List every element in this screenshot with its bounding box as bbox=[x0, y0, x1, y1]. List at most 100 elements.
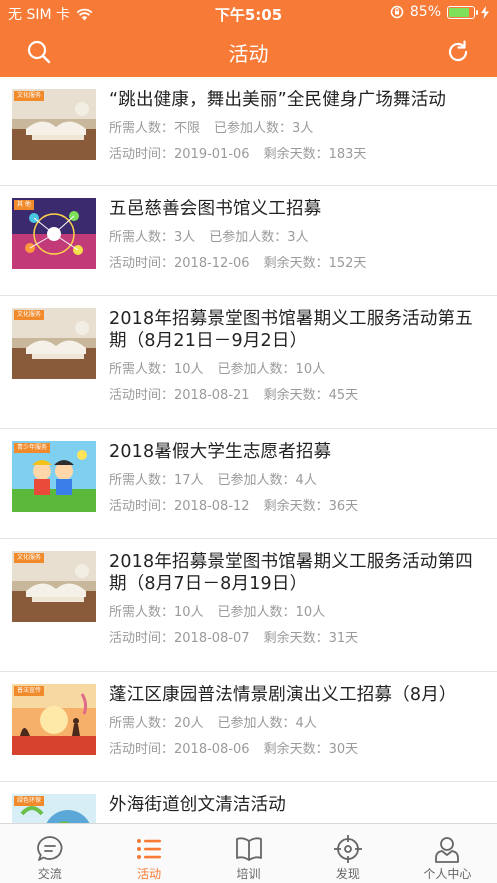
charging-icon bbox=[481, 5, 489, 19]
activity-people: 所需人数：3人 已参加人数：3人 bbox=[109, 230, 485, 246]
activity-title: 2018年招募景堂图书馆暑期义工服务活动第四期（8月7日－8月19日） bbox=[109, 552, 473, 594]
activity-time: 活动时间：2018-08-06 剩余天数：30天 bbox=[109, 742, 485, 758]
activity-time: 活动时间：2018-08-12 剩余天数：36天 bbox=[109, 499, 485, 515]
orientation-lock-icon bbox=[390, 5, 404, 19]
remaining-days: 剩余天数：183天 bbox=[263, 147, 367, 162]
needed-count: 所需人数：10人 bbox=[109, 605, 204, 620]
activity-thumbnail: 绿色环保 bbox=[12, 794, 96, 823]
tab-label: 交流 bbox=[37, 867, 62, 881]
activity-thumbnail: 文化服务 bbox=[12, 308, 96, 379]
activity-content: 五邑慈善会图书馆义工招募 所需人数：3人 已参加人数：3人 活动时间：2018-1… bbox=[109, 186, 485, 272]
activity-title: 五邑慈善会图书馆义工招募 bbox=[109, 199, 322, 219]
activity-date: 活动时间：2018-08-06 bbox=[109, 742, 250, 757]
activity-time: 活动时间：2019-01-06 剩余天数：183天 bbox=[109, 147, 485, 163]
activity-time: 活动时间：2018-12-06 剩余天数：152天 bbox=[109, 256, 485, 272]
joined-count: 已参加人数：10人 bbox=[217, 605, 326, 620]
activity-date: 活动时间：2018-12-06 bbox=[109, 256, 250, 271]
activity-title: 2018暑假大学生志愿者招募 bbox=[109, 442, 332, 462]
category-tag: 青少年服务 bbox=[14, 443, 51, 453]
activity-people: 所需人数：17人 已参加人数：4人 bbox=[109, 473, 485, 489]
tab-discover[interactable]: 发现 bbox=[298, 824, 397, 883]
category-tag: 绿色环保 bbox=[14, 796, 45, 806]
activity-item[interactable]: 其 他 五邑慈善会图书馆义工招募 所需人数：3人 已参加人数：3人 活动时间：20… bbox=[0, 186, 497, 296]
refresh-icon bbox=[448, 40, 468, 62]
tab-label: 个人中心 bbox=[423, 867, 472, 881]
tab-label: 培训 bbox=[236, 867, 261, 881]
remaining-days: 剩余天数：152天 bbox=[263, 256, 367, 271]
activity-thumbnail: 其 他 bbox=[12, 198, 96, 269]
book-icon bbox=[235, 837, 262, 861]
remaining-days: 剩余天数：31天 bbox=[263, 631, 359, 646]
list-icon bbox=[137, 839, 162, 859]
activity-thumbnail: 普法宣传 bbox=[12, 684, 96, 755]
tab-label: 活动 bbox=[137, 867, 162, 881]
remaining-days: 剩余天数：30天 bbox=[263, 742, 359, 757]
needed-count: 所需人数：不限 bbox=[109, 121, 201, 136]
category-tag: 文化服务 bbox=[14, 310, 45, 320]
activity-time: 活动时间：2018-08-21 剩余天数：45天 bbox=[109, 388, 485, 404]
tab-chat[interactable]: 交流 bbox=[0, 824, 99, 883]
tab-activities[interactable]: 活动 bbox=[99, 824, 198, 883]
target-icon bbox=[333, 835, 362, 863]
needed-count: 所需人数：17人 bbox=[109, 473, 204, 488]
page-title: 活动 bbox=[228, 42, 269, 66]
tab-bar: 交流 活动 培训 发现 个人中心 bbox=[0, 823, 497, 883]
activity-date: 活动时间：2019-01-06 bbox=[109, 147, 250, 162]
activity-people: 所需人数：不限 已参加人数：3人 bbox=[109, 121, 485, 137]
refresh-button[interactable] bbox=[445, 39, 471, 65]
joined-count: 已参加人数：10人 bbox=[217, 362, 326, 377]
activity-content: “跳出健康，舞出美丽”全民健身广场舞活动 所需人数：不限 已参加人数：3人 活动时… bbox=[109, 77, 485, 163]
activity-item[interactable]: 绿色环保 外海街道创文清洁活动 bbox=[0, 782, 497, 823]
activity-thumbnail: 文化服务 bbox=[12, 89, 96, 160]
chat-icon bbox=[36, 836, 63, 861]
remaining-days: 剩余天数：45天 bbox=[263, 388, 359, 403]
activity-date: 活动时间：2018-08-21 bbox=[109, 388, 250, 403]
joined-count: 已参加人数：4人 bbox=[217, 716, 317, 731]
status-bar: 无 SIM 卡 下午5:05 85% bbox=[0, 0, 497, 26]
activity-people: 所需人数：10人 已参加人数：10人 bbox=[109, 362, 485, 378]
activity-item[interactable]: 普法宣传 蓬江区康园普法情景剧演出义工招募（8月） 所需人数：20人 已参加人数：… bbox=[0, 672, 497, 782]
activity-people: 所需人数：20人 已参加人数：4人 bbox=[109, 716, 485, 732]
activity-item[interactable]: 文化服务 2018年招募景堂图书馆暑期义工服务活动第五期（8月21日－9月2日）… bbox=[0, 296, 497, 429]
activity-time: 活动时间：2018-08-07 剩余天数：31天 bbox=[109, 631, 485, 647]
activity-content: 蓬江区康园普法情景剧演出义工招募（8月） 所需人数：20人 已参加人数：4人 活动… bbox=[109, 672, 485, 758]
activity-title: “跳出健康，舞出美丽”全民健身广场舞活动 bbox=[109, 90, 447, 110]
activity-item[interactable]: 青少年服务 2018暑假大学生志愿者招募 所需人数：17人 已参加人数：4人 活动… bbox=[0, 429, 497, 539]
activity-thumbnail: 青少年服务 bbox=[12, 441, 96, 512]
activity-content: 2018年招募景堂图书馆暑期义工服务活动第五期（8月21日－9月2日） 所需人数… bbox=[109, 296, 485, 404]
category-tag: 其 他 bbox=[14, 200, 34, 210]
top-bar: 无 SIM 卡 下午5:05 85% 活动 bbox=[0, 0, 497, 77]
needed-count: 所需人数：10人 bbox=[109, 362, 204, 377]
joined-count: 已参加人数：4人 bbox=[217, 473, 317, 488]
person-icon bbox=[435, 837, 460, 863]
category-tag: 普法宣传 bbox=[14, 686, 45, 696]
battery-icon bbox=[447, 5, 478, 19]
activity-content: 2018年招募景堂图书馆暑期义工服务活动第四期（8月7日－8月19日） 所需人数… bbox=[109, 539, 485, 647]
activity-list[interactable]: 文化服务 “跳出健康，舞出美丽”全民健身广场舞活动 所需人数：不限 已参加人数：3… bbox=[0, 77, 497, 823]
joined-count: 已参加人数：3人 bbox=[214, 121, 314, 136]
activity-title: 外海街道创文清洁活动 bbox=[109, 795, 286, 815]
activity-content: 外海街道创文清洁活动 bbox=[109, 782, 485, 816]
activity-item[interactable]: 文化服务 2018年招募景堂图书馆暑期义工服务活动第四期（8月7日－8月19日）… bbox=[0, 539, 497, 672]
category-tag: 文化服务 bbox=[14, 553, 45, 563]
category-tag: 文化服务 bbox=[14, 91, 45, 101]
nav-bar: 活动 bbox=[0, 26, 497, 77]
needed-count: 所需人数：20人 bbox=[109, 716, 204, 731]
activity-date: 活动时间：2018-08-12 bbox=[109, 499, 250, 514]
activity-title: 蓬江区康园普法情景剧演出义工招募（8月） bbox=[109, 685, 457, 705]
battery-level bbox=[449, 7, 469, 17]
activity-thumbnail: 文化服务 bbox=[12, 551, 96, 622]
activity-people: 所需人数：10人 已参加人数：10人 bbox=[109, 605, 485, 621]
activity-date: 活动时间：2018-08-07 bbox=[109, 631, 250, 646]
activity-title: 2018年招募景堂图书馆暑期义工服务活动第五期（8月21日－9月2日） bbox=[109, 309, 473, 351]
battery-percent: 85% bbox=[409, 4, 441, 20]
activity-content: 2018暑假大学生志愿者招募 所需人数：17人 已参加人数：4人 活动时间：201… bbox=[109, 429, 485, 515]
status-right: 85% bbox=[390, 4, 489, 20]
tab-profile[interactable]: 个人中心 bbox=[398, 824, 497, 883]
needed-count: 所需人数：3人 bbox=[109, 230, 196, 245]
activity-item[interactable]: 文化服务 “跳出健康，舞出美丽”全民健身广场舞活动 所需人数：不限 已参加人数：3… bbox=[0, 77, 497, 186]
remaining-days: 剩余天数：36天 bbox=[263, 499, 359, 514]
tab-training[interactable]: 培训 bbox=[199, 824, 298, 883]
tab-label: 发现 bbox=[335, 867, 360, 881]
joined-count: 已参加人数：3人 bbox=[209, 230, 309, 245]
